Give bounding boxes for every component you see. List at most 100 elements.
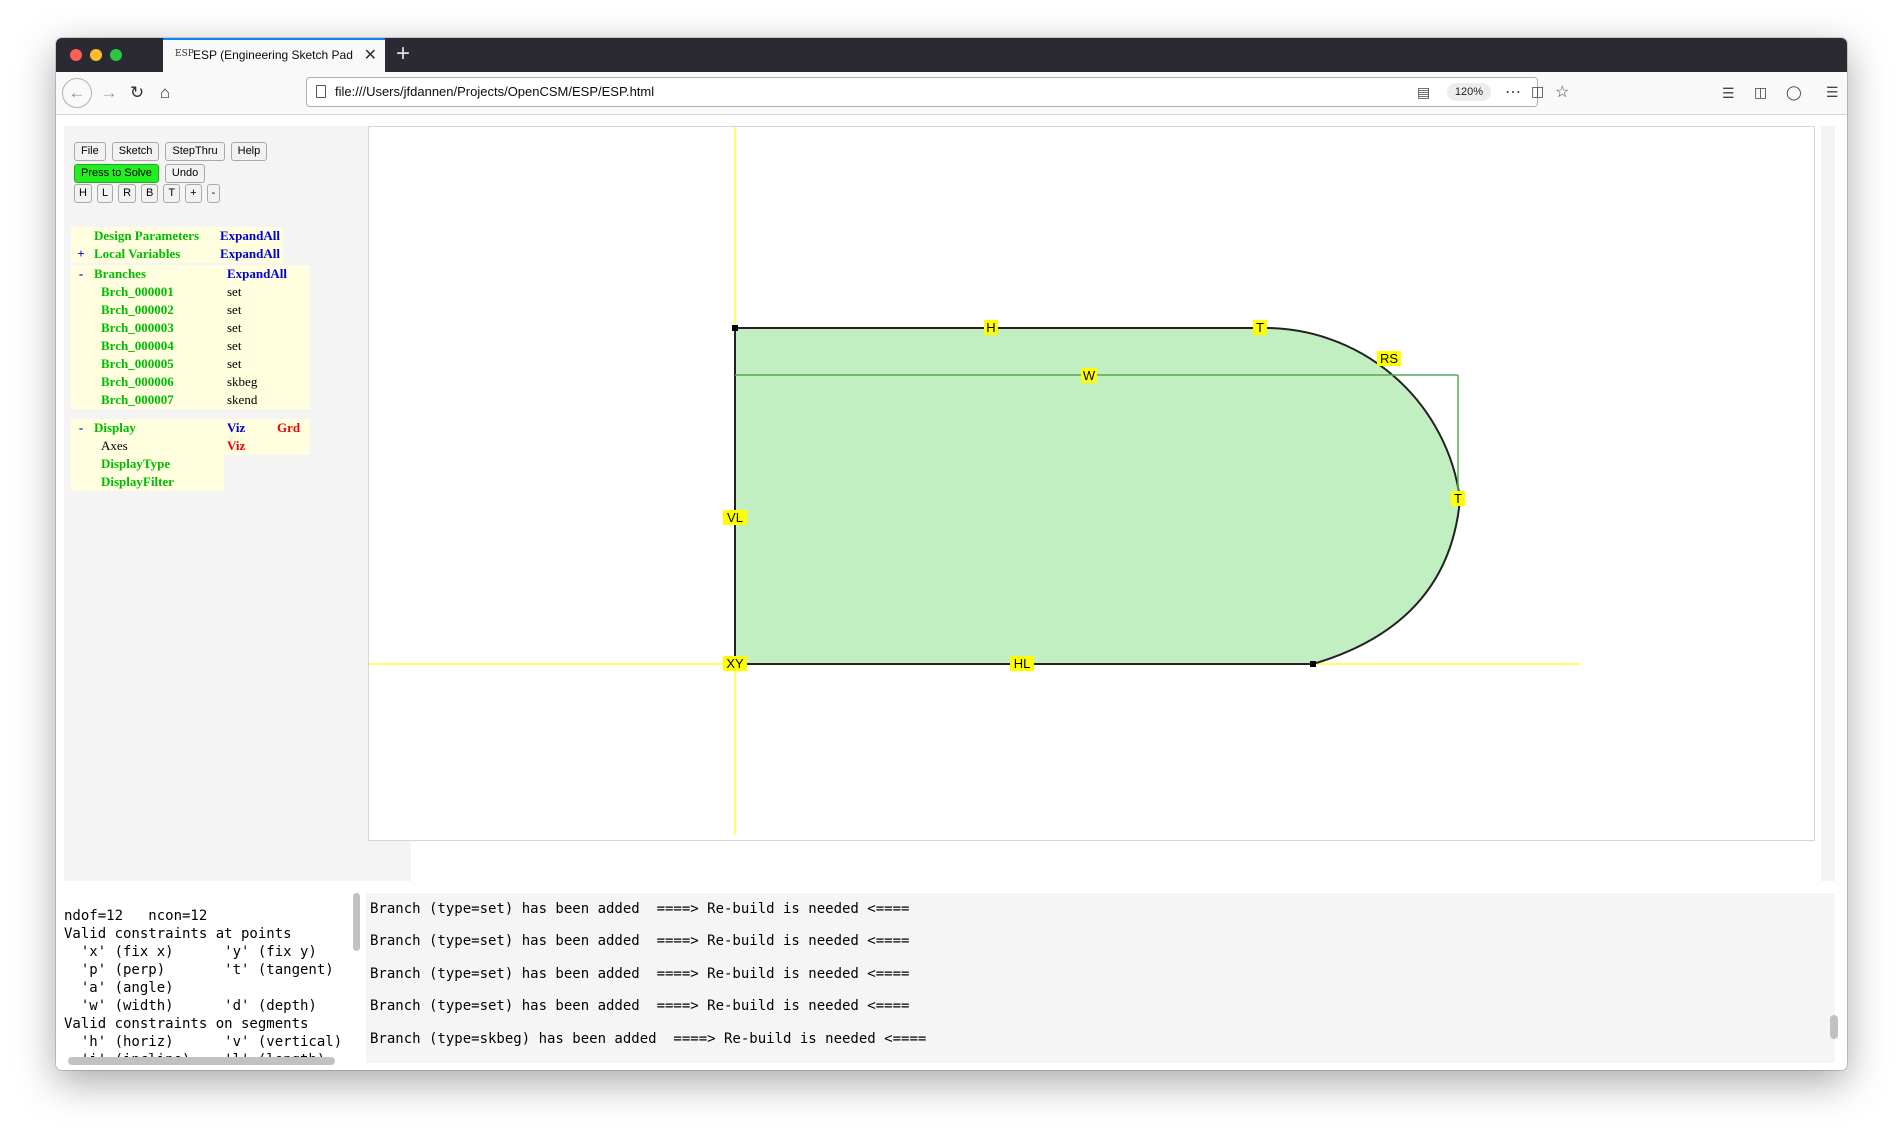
tree-row-displaytype: DisplayType bbox=[71, 455, 310, 473]
sketch-profile-shape[interactable] bbox=[734, 326, 1462, 665]
constraint-label-rs[interactable]: RS bbox=[1377, 351, 1401, 366]
sketch-button[interactable]: Sketch bbox=[111, 142, 160, 161]
message-line: Branch (type=skbeg) has been added ====>… bbox=[370, 1031, 927, 1047]
reader-view-icon[interactable]: ▤ bbox=[1417, 84, 1430, 101]
solver-info-text: ndof=12 ncon=12 Valid constraints at poi… bbox=[64, 908, 343, 1063]
message-line: Branch (type=set) has been added ====> R… bbox=[370, 933, 910, 949]
tab-bar: ESP ESP (Engineering Sketch Pad, V ✕ + bbox=[56, 38, 1847, 72]
display-grd-toggle[interactable]: Grd bbox=[274, 419, 310, 437]
branch-name[interactable]: Brch_000007 bbox=[91, 391, 224, 409]
branch-name[interactable]: Brch_000003 bbox=[91, 319, 224, 337]
branch-type: set bbox=[224, 319, 274, 337]
svg-text:W: W bbox=[1083, 368, 1096, 383]
page-actions-icon[interactable]: ⋯ bbox=[1505, 82, 1521, 102]
sidebar-icon[interactable]: ◫ bbox=[1754, 84, 1767, 101]
display-filter-item[interactable]: DisplayFilter bbox=[91, 473, 224, 491]
page-content: File Sketch StepThru Help Press to Solve Und… bbox=[56, 115, 1847, 1070]
branch-name[interactable]: Brch_000004 bbox=[91, 337, 224, 355]
zoom-level[interactable]: 120% bbox=[1447, 83, 1491, 101]
message-log-scrollbar[interactable] bbox=[1830, 1015, 1838, 1039]
sketch-point[interactable] bbox=[1310, 661, 1316, 667]
reload-button[interactable]: ↻ bbox=[124, 80, 150, 106]
solver-info-scrollbar[interactable] bbox=[353, 893, 360, 951]
constraint-label-h[interactable]: H bbox=[984, 320, 998, 335]
svg-text:RS: RS bbox=[1380, 351, 1398, 366]
local-variables-expandall[interactable]: ExpandAll bbox=[217, 245, 283, 263]
branch-type: skend bbox=[224, 391, 274, 409]
main-menu-row: File Sketch StepThru Help bbox=[74, 142, 273, 161]
branch-row: Brch_000002 set bbox=[71, 301, 310, 319]
tree-row-branches: - Branches ExpandAll bbox=[71, 265, 310, 283]
branches-toggle[interactable]: - bbox=[71, 265, 91, 283]
branch-type: set bbox=[224, 283, 274, 301]
browser-tab[interactable]: ESP ESP (Engineering Sketch Pad, V ✕ bbox=[163, 38, 385, 72]
close-window-button[interactable] bbox=[70, 49, 82, 61]
close-icon[interactable]: ✕ bbox=[364, 45, 377, 65]
branches-label[interactable]: Branches bbox=[91, 265, 224, 283]
display-viz-toggle[interactable]: Viz bbox=[224, 419, 274, 437]
right-scrollbar[interactable] bbox=[1821, 126, 1835, 881]
forward-button[interactable]: → bbox=[96, 80, 122, 106]
minimize-window-button[interactable] bbox=[90, 49, 102, 61]
url-text[interactable]: file:///Users/jfdannen/Projects/OpenCSM/… bbox=[335, 84, 654, 99]
branch-name[interactable]: Brch_000002 bbox=[91, 301, 224, 319]
solver-info-hscrollbar[interactable] bbox=[68, 1057, 335, 1065]
branch-name[interactable]: Brch_000001 bbox=[91, 283, 224, 301]
local-variables-toggle[interactable]: + bbox=[71, 245, 91, 263]
home-button[interactable]: ⌂ bbox=[152, 80, 178, 106]
bookmark-star-icon[interactable]: ☆ bbox=[1555, 82, 1569, 102]
message-log: Branch (type=set) has been added ====> R… bbox=[366, 893, 1835, 1063]
view-right-button[interactable]: R bbox=[118, 184, 137, 203]
branch-row: Brch_000001 set bbox=[71, 283, 310, 301]
maximize-window-button[interactable] bbox=[110, 49, 122, 61]
url-bar[interactable]: file:///Users/jfdannen/Projects/OpenCSM/… bbox=[306, 77, 1569, 107]
svg-text:H: H bbox=[986, 320, 995, 335]
constraint-label-t-top[interactable]: T bbox=[1253, 320, 1267, 335]
zoom-in-button[interactable]: + bbox=[185, 184, 202, 203]
press-to-solve-button[interactable]: Press to Solve bbox=[74, 164, 159, 183]
branch-row: Brch_000006 skbeg bbox=[71, 373, 310, 391]
tab-title: ESP (Engineering Sketch Pad, V bbox=[193, 48, 353, 62]
view-top-button[interactable]: T bbox=[163, 184, 181, 203]
display-toggle[interactable]: - bbox=[71, 419, 91, 437]
menu-icon[interactable]: ☰ bbox=[1826, 84, 1839, 101]
branch-row: Brch_000005 set bbox=[71, 355, 310, 373]
tree-branches-table: - Branches ExpandAll Brch_000001 set Brch… bbox=[71, 265, 310, 409]
tree-row-displayfilter: DisplayFilter bbox=[71, 473, 310, 491]
design-parameters-label[interactable]: Design Parameters bbox=[91, 227, 217, 245]
account-icon[interactable]: ◯ bbox=[1786, 84, 1802, 101]
navigation-bar: ← → ↻ ⌂ file:///Users/jfdannen/Projects/… bbox=[56, 72, 1847, 115]
design-parameters-expandall[interactable]: ExpandAll bbox=[217, 227, 283, 245]
zoom-out-button[interactable]: - bbox=[206, 184, 221, 203]
message-line: Branch (type=set) has been added ====> R… bbox=[370, 966, 910, 982]
browser-window: ESP ESP (Engineering Sketch Pad, V ✕ + ←… bbox=[56, 38, 1847, 1070]
branch-name[interactable]: Brch_000006 bbox=[91, 373, 224, 391]
branch-name[interactable]: Brch_000005 bbox=[91, 355, 224, 373]
view-bottom-button[interactable]: B bbox=[141, 184, 159, 203]
constraint-label-xy[interactable]: XY bbox=[723, 656, 747, 671]
constraint-label-hl[interactable]: HL bbox=[1010, 656, 1034, 671]
display-label[interactable]: Display bbox=[91, 419, 224, 437]
view-buttons-row: H L R B T + - bbox=[74, 184, 225, 203]
undo-button[interactable]: Undo bbox=[164, 164, 206, 183]
local-variables-label[interactable]: Local Variables bbox=[91, 245, 217, 263]
view-left-button[interactable]: L bbox=[96, 184, 114, 203]
sketch-point[interactable] bbox=[732, 325, 738, 331]
help-button[interactable]: Help bbox=[230, 142, 268, 161]
sketch-canvas[interactable]: H T RS W T VL XY HL bbox=[368, 126, 1815, 841]
file-button[interactable]: File bbox=[74, 142, 106, 161]
sketch-svg[interactable]: H T RS W T VL XY HL bbox=[369, 127, 1816, 842]
constraint-label-w[interactable]: W bbox=[1081, 368, 1097, 383]
view-home-button[interactable]: H bbox=[74, 184, 92, 203]
constraint-label-vl[interactable]: VL bbox=[723, 510, 747, 525]
pocket-icon[interactable]: ◫ bbox=[1531, 83, 1544, 100]
constraint-label-t-right[interactable]: T bbox=[1451, 491, 1465, 506]
stepthru-button[interactable]: StepThru bbox=[165, 142, 225, 161]
branches-expandall[interactable]: ExpandAll bbox=[224, 265, 310, 283]
solve-row: Press to Solve Undo bbox=[74, 164, 211, 183]
library-icon[interactable]: ☰ bbox=[1722, 85, 1735, 102]
display-type-item[interactable]: DisplayType bbox=[91, 455, 224, 473]
new-tab-button[interactable]: + bbox=[396, 40, 410, 68]
back-button[interactable]: ← bbox=[62, 78, 92, 108]
axes-viz-toggle[interactable]: Viz bbox=[224, 437, 274, 455]
